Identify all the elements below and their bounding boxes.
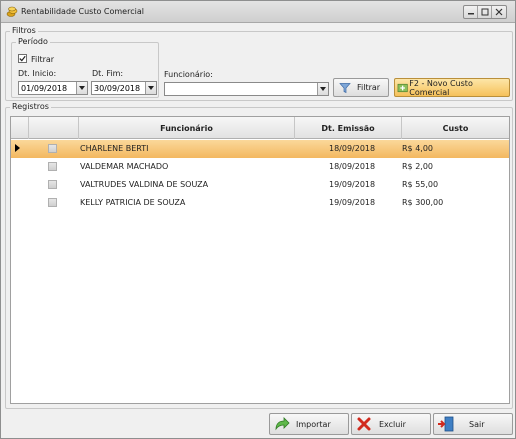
column-header-date-label: Dt. Emissão bbox=[321, 123, 375, 133]
row-date: 19/09/2018 bbox=[329, 198, 376, 207]
header-check-cell[interactable] bbox=[29, 117, 79, 139]
records-group-label: Registros bbox=[10, 102, 51, 111]
row-employee: CHARLENE BERTI bbox=[80, 144, 149, 153]
new-cost-button-label: F2 - Novo Custo Comercial bbox=[409, 78, 473, 97]
column-header-cost-label: Custo bbox=[442, 123, 469, 133]
chevron-down-icon bbox=[320, 87, 326, 91]
row-cost: R$ 300,00 bbox=[402, 198, 444, 207]
filter-button-label: Filtrar bbox=[357, 83, 381, 92]
row-checkbox[interactable] bbox=[48, 144, 57, 153]
filters-group-label: Filtros bbox=[10, 26, 38, 35]
filter-period-checkbox[interactable] bbox=[18, 54, 27, 63]
import-button-label: Importar bbox=[296, 419, 331, 429]
column-header-cost[interactable]: Custo bbox=[402, 117, 509, 139]
row-employee: VALTRUDES VALDINA DE SOUZA bbox=[80, 180, 209, 189]
coins-icon bbox=[6, 6, 18, 17]
exit-door-icon bbox=[438, 416, 454, 432]
table-row[interactable]: VALDEMAR MACHADO 18/09/2018 R$ 2,00 bbox=[11, 158, 509, 176]
close-icon bbox=[495, 8, 503, 16]
window-controls bbox=[463, 5, 507, 19]
column-header-employee[interactable]: Funcionário bbox=[79, 117, 295, 139]
period-group-label: Período bbox=[16, 37, 50, 46]
maximize-button[interactable] bbox=[478, 6, 492, 18]
row-employee: KELLY PATRICIA DE SOUZA bbox=[80, 198, 186, 207]
current-row-indicator-icon bbox=[15, 144, 20, 152]
grid-header: Funcionário Dt. Emissão Custo bbox=[11, 117, 509, 139]
column-header-employee-label: Funcionário bbox=[160, 123, 213, 133]
green-arrow-icon bbox=[275, 417, 290, 431]
filter-button[interactable]: Filtrar bbox=[333, 78, 389, 97]
table-row[interactable]: KELLY PATRICIA DE SOUZA 19/09/2018 R$ 30… bbox=[11, 194, 509, 212]
maximize-icon bbox=[481, 8, 488, 16]
delete-button[interactable]: Excluir bbox=[351, 413, 431, 435]
table-row[interactable]: VALTRUDES VALDINA DE SOUZA 19/09/2018 R$… bbox=[11, 176, 509, 194]
exit-button[interactable]: Sair bbox=[433, 413, 513, 435]
funnel-icon bbox=[339, 82, 351, 93]
period-group: Período Filtrar Dt. Inicio: 01/09/2018 D… bbox=[11, 37, 159, 98]
minimize-button[interactable] bbox=[464, 6, 478, 18]
row-checkbox[interactable] bbox=[48, 180, 57, 189]
filter-period-label: Filtrar bbox=[31, 55, 55, 64]
employee-dropdown[interactable] bbox=[317, 83, 328, 95]
close-button[interactable] bbox=[492, 6, 506, 18]
import-button[interactable]: Importar bbox=[269, 413, 349, 435]
chevron-down-icon bbox=[148, 86, 154, 90]
row-checkbox[interactable] bbox=[48, 198, 57, 207]
table-row[interactable]: CHARLENE BERTI 18/09/2018 R$ 4,00 bbox=[11, 140, 509, 158]
minimize-icon bbox=[467, 13, 474, 15]
employee-label: Funcionário: bbox=[164, 70, 213, 79]
row-checkbox[interactable] bbox=[48, 162, 57, 171]
column-header-date[interactable]: Dt. Emissão bbox=[295, 117, 402, 139]
window-title: Rentabilidade Custo Comercial bbox=[21, 7, 144, 16]
red-x-icon bbox=[357, 417, 371, 431]
row-employee: VALDEMAR MACHADO bbox=[80, 162, 169, 171]
header-indicator-cell bbox=[11, 117, 29, 139]
checkmark-icon bbox=[19, 55, 26, 62]
start-date-value: 01/09/2018 bbox=[21, 84, 68, 93]
delete-button-label: Excluir bbox=[379, 419, 406, 429]
row-cost: R$ 2,00 bbox=[402, 162, 434, 171]
start-date-label: Dt. Inicio: bbox=[18, 69, 57, 78]
exit-button-label: Sair bbox=[469, 419, 485, 429]
row-date: 19/09/2018 bbox=[329, 180, 376, 189]
end-date-dropdown[interactable] bbox=[145, 82, 156, 94]
end-date-value: 30/09/2018 bbox=[94, 84, 141, 93]
row-date: 18/09/2018 bbox=[329, 144, 376, 153]
row-cost: R$ 4,00 bbox=[402, 144, 434, 153]
records-grid[interactable]: Funcionário Dt. Emissão Custo CHARLENE B… bbox=[10, 116, 510, 404]
employee-combobox[interactable] bbox=[164, 82, 329, 96]
start-date-dropdown[interactable] bbox=[76, 82, 87, 94]
title-bar: Rentabilidade Custo Comercial bbox=[1, 1, 515, 23]
end-date-field[interactable]: 30/09/2018 bbox=[91, 81, 157, 95]
end-date-label: Dt. Fim: bbox=[92, 69, 124, 78]
row-cost: R$ 55,00 bbox=[402, 180, 439, 189]
chevron-down-icon bbox=[79, 86, 85, 90]
start-date-field[interactable]: 01/09/2018 bbox=[18, 81, 88, 95]
main-window: Rentabilidade Custo Comercial Filtros Pe… bbox=[0, 0, 516, 439]
new-cost-button[interactable]: F2 - Novo Custo Comercial bbox=[394, 78, 510, 97]
filters-group: Filtros Período Filtrar Dt. Inicio: 01/0… bbox=[5, 26, 513, 101]
add-icon bbox=[397, 83, 408, 92]
row-date: 18/09/2018 bbox=[329, 162, 376, 171]
